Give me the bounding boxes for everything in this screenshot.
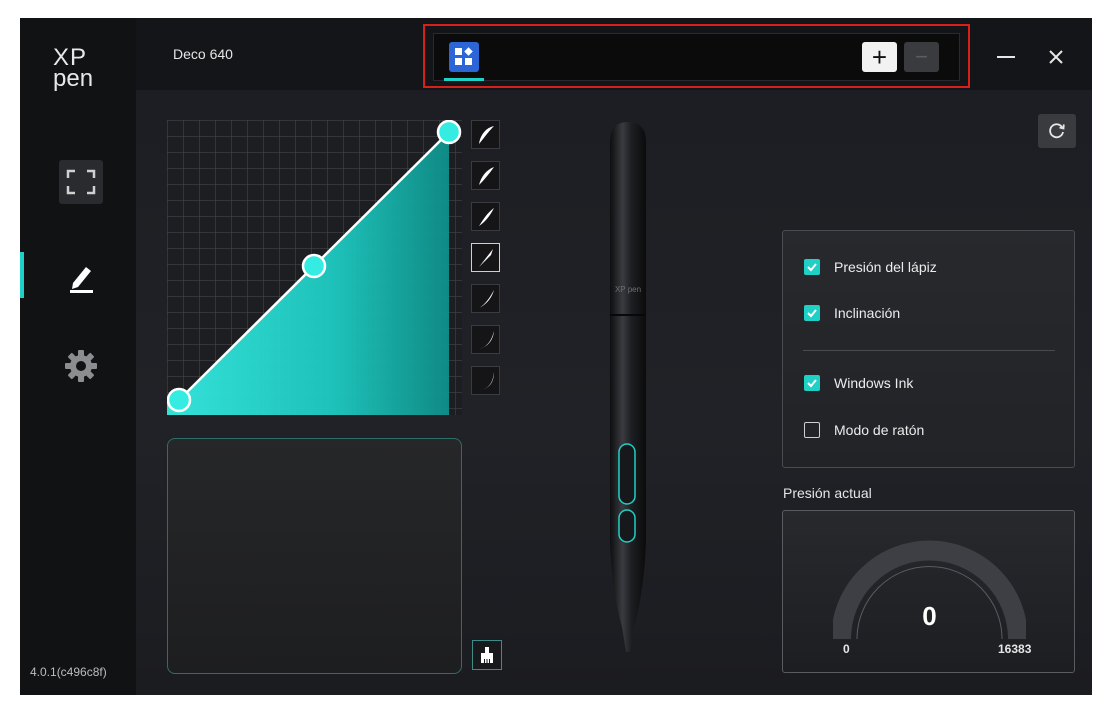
screen-frame-icon bbox=[59, 160, 103, 204]
version-label: 4.0.1(c496c8f) bbox=[30, 665, 107, 679]
check-icon bbox=[807, 309, 817, 318]
curve-preset-icon bbox=[478, 330, 494, 349]
option-pen-pressure[interactable]: Presión del lápiz bbox=[804, 259, 937, 275]
nav-settings[interactable] bbox=[56, 341, 106, 391]
mouse-mode-checkbox[interactable] bbox=[804, 422, 820, 438]
app-tabs-highlight: + − bbox=[423, 24, 970, 88]
option-mouse-mode[interactable]: Modo de ratón bbox=[804, 422, 924, 438]
minimize-icon bbox=[997, 56, 1015, 58]
curve-preset-icon bbox=[478, 289, 494, 308]
options-divider bbox=[803, 350, 1055, 351]
curve-preset-icon bbox=[478, 125, 494, 144]
remove-app-button[interactable]: − bbox=[904, 42, 939, 72]
pressure-test-area[interactable] bbox=[167, 438, 462, 674]
curve-preset-6[interactable] bbox=[471, 325, 500, 354]
clear-test-area-button[interactable] bbox=[472, 640, 502, 670]
sidebar: XP pen 4.0.1(c496c8f) bbox=[20, 18, 136, 695]
minimize-button[interactable] bbox=[991, 42, 1021, 72]
nav-active-indicator bbox=[20, 252, 24, 298]
curve-point-start[interactable] bbox=[167, 387, 192, 413]
pressure-min: 0 bbox=[843, 642, 850, 656]
pen-brand-mark: XP pen bbox=[615, 285, 641, 294]
add-app-button[interactable]: + bbox=[862, 42, 897, 72]
nav-work-area[interactable] bbox=[56, 157, 106, 207]
curve-point-middle[interactable] bbox=[301, 253, 327, 279]
nav-pen[interactable] bbox=[56, 251, 106, 301]
title-bar: Deco 640 + − bbox=[136, 18, 1092, 90]
option-tilt[interactable]: Inclinación bbox=[804, 305, 900, 321]
curve-preset-icon bbox=[478, 166, 494, 185]
app-tab-all-apps[interactable] bbox=[449, 42, 479, 72]
curve-preset-icon bbox=[478, 248, 493, 267]
tilt-label: Inclinación bbox=[834, 305, 901, 321]
curve-preset-4-selected[interactable] bbox=[471, 243, 500, 272]
gear-icon bbox=[65, 350, 97, 382]
pressure-gauge-panel: 0 0 16383 bbox=[782, 510, 1075, 673]
logo-bottom: pen bbox=[53, 65, 94, 92]
option-windows-ink[interactable]: Windows Ink bbox=[804, 375, 913, 391]
pen-illustration: XP pen bbox=[610, 122, 646, 652]
pen-pressure-label: Presión del lápiz bbox=[834, 259, 937, 275]
close-button[interactable] bbox=[1041, 42, 1071, 72]
pen-options-panel: Presión del lápiz Inclinación Windows In… bbox=[782, 230, 1075, 468]
apps-grid-icon bbox=[455, 47, 473, 65]
windows-ink-label: Windows Ink bbox=[834, 375, 914, 391]
xppen-logo: XP pen bbox=[53, 46, 113, 94]
check-icon bbox=[807, 263, 817, 272]
curve-point-end[interactable] bbox=[436, 120, 462, 145]
app-tab-strip: + − bbox=[433, 33, 960, 81]
curve-preset-icon bbox=[478, 371, 494, 390]
pen-icon bbox=[70, 267, 93, 293]
pressure-value: 0 bbox=[922, 601, 937, 631]
check-icon bbox=[807, 379, 817, 388]
tilt-checkbox[interactable] bbox=[804, 305, 820, 321]
curve-preset-1[interactable] bbox=[471, 120, 500, 149]
pressure-max: 16383 bbox=[998, 642, 1032, 656]
pen-pressure-checkbox[interactable] bbox=[804, 259, 820, 275]
curve-preset-3[interactable] bbox=[471, 202, 500, 231]
mouse-mode-label: Modo de ratón bbox=[834, 422, 925, 438]
app-window: XP pen 4.0.1(c496c8f) Deco 640 + − XP pe… bbox=[20, 18, 1092, 695]
main-panel: Deco 640 + − XP pen Presión del lápiz In… bbox=[136, 18, 1092, 695]
brush-clear-icon bbox=[481, 647, 493, 663]
curve-preset-5[interactable] bbox=[471, 284, 500, 313]
current-pressure-label: Presión actual bbox=[783, 485, 872, 501]
refresh-icon bbox=[1049, 123, 1065, 139]
windows-ink-checkbox[interactable] bbox=[804, 375, 820, 391]
pressure-gauge bbox=[833, 540, 1026, 640]
reset-button[interactable] bbox=[1038, 114, 1076, 148]
curve-preset-7[interactable] bbox=[471, 366, 500, 395]
device-name: Deco 640 bbox=[173, 46, 233, 62]
pressure-curve-editor[interactable] bbox=[167, 120, 462, 415]
curve-preset-icon bbox=[478, 207, 494, 226]
curve-preset-2[interactable] bbox=[471, 161, 500, 190]
close-icon bbox=[1049, 50, 1063, 64]
app-tab-active-underline bbox=[444, 78, 484, 81]
